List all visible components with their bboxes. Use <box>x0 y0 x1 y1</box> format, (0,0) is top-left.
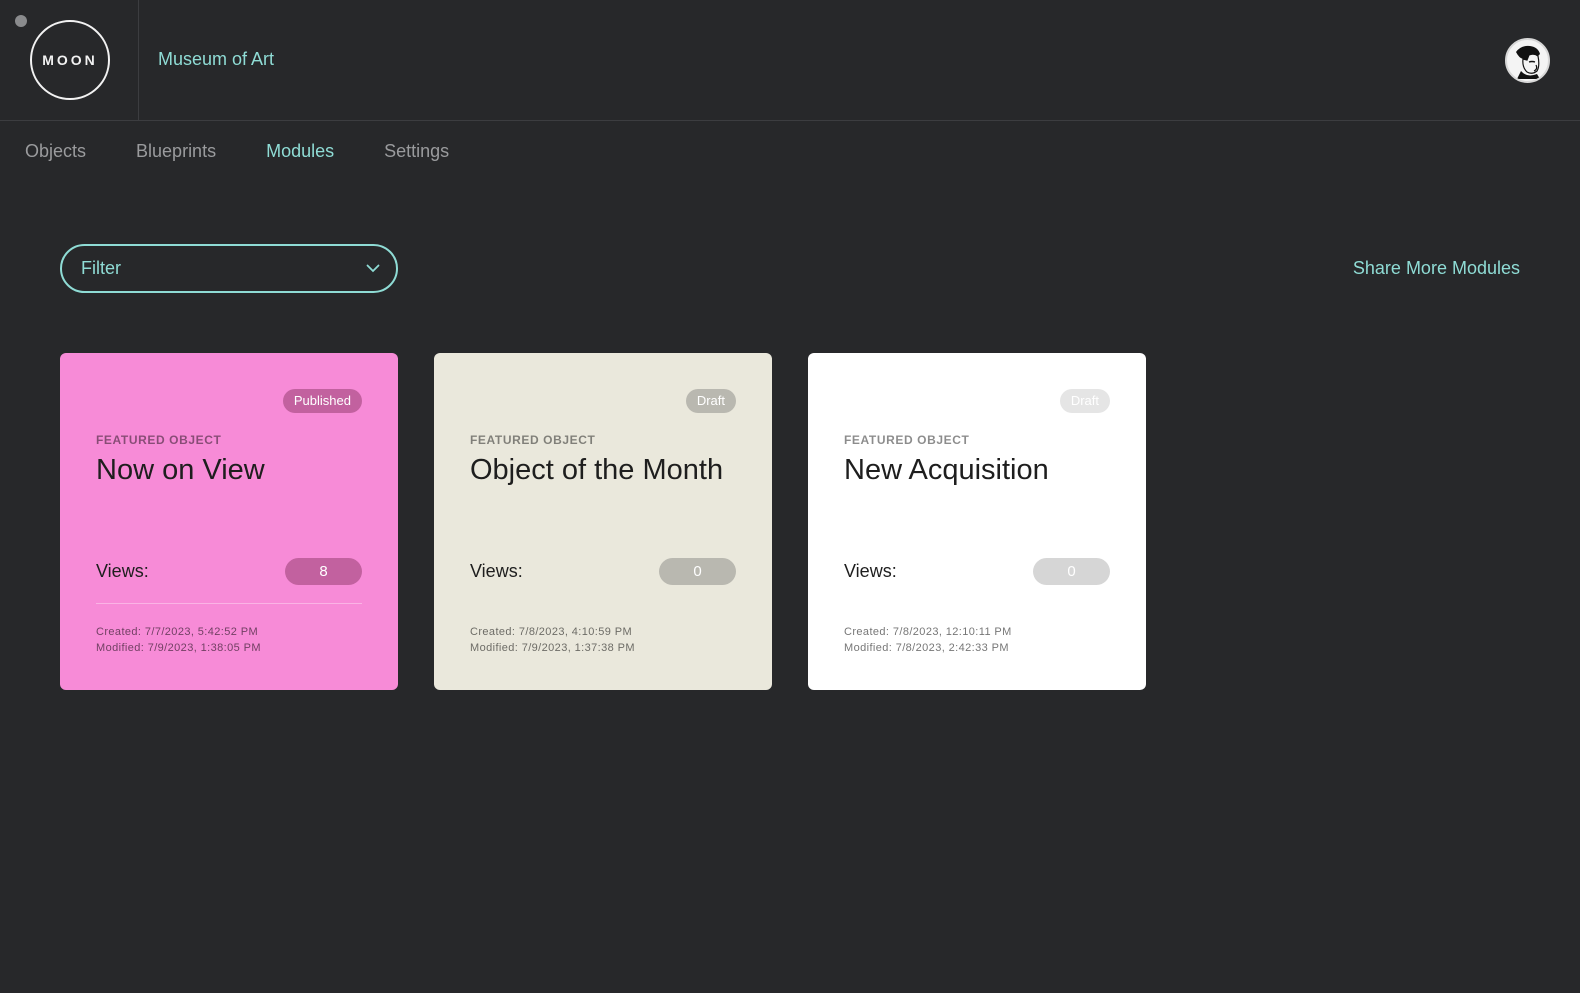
chevron-down-icon <box>366 264 380 273</box>
org-name[interactable]: Museum of Art <box>158 49 274 70</box>
views-label: Views: <box>844 561 897 581</box>
logo-cell: MOON <box>0 0 139 121</box>
module-type: FEATURED OBJECT <box>96 433 222 447</box>
nav-objects[interactable]: Objects <box>25 141 86 162</box>
modified-date: Modified: 7/9/2023, 1:37:38 PM <box>470 642 635 654</box>
module-card[interactable]: Draft FEATURED OBJECT New Acquisition Vi… <box>808 353 1146 690</box>
filter-dropdown[interactable]: Filter <box>60 244 398 293</box>
views-count: 8 <box>285 558 362 585</box>
module-card[interactable]: Draft FEATURED OBJECT Object of the Mont… <box>434 353 772 690</box>
module-title: Now on View <box>96 454 265 486</box>
created-date: Created: 7/8/2023, 4:10:59 PM <box>470 626 633 638</box>
module-dates: Created: 7/7/2023, 5:42:52 PM Modified: … <box>96 624 261 656</box>
module-dates: Created: 7/8/2023, 4:10:59 PM Modified: … <box>470 624 635 656</box>
module-title: New Acquisition <box>844 454 1049 486</box>
modified-date: Modified: 7/9/2023, 1:38:05 PM <box>96 642 261 654</box>
status-badge: Draft <box>685 389 736 413</box>
module-dates: Created: 7/8/2023, 12:10:11 PM Modified:… <box>844 624 1012 656</box>
module-type: FEATURED OBJECT <box>844 433 970 447</box>
views-count: 0 <box>1033 558 1110 585</box>
divider <box>96 603 362 604</box>
nav-blueprints[interactable]: Blueprints <box>136 141 216 162</box>
module-type: FEATURED OBJECT <box>470 433 596 447</box>
filter-label: Filter <box>81 258 121 278</box>
module-card[interactable]: Published FEATURED OBJECT Now on View Vi… <box>60 353 398 690</box>
created-date: Created: 7/7/2023, 5:42:52 PM <box>96 626 259 638</box>
created-date: Created: 7/8/2023, 12:10:11 PM <box>844 626 1012 638</box>
main-nav: Objects Blueprints Modules Settings <box>25 141 499 162</box>
views-label: Views: <box>470 561 523 581</box>
share-more-modules-link[interactable]: Share More Modules <box>1353 258 1520 279</box>
status-badge: Published <box>282 389 362 413</box>
nav-settings[interactable]: Settings <box>384 141 449 162</box>
module-title: Object of the Month <box>470 454 724 486</box>
avatar-portrait-icon <box>1507 40 1548 81</box>
top-bar: MOON Museum of Art <box>0 0 1580 121</box>
modified-date: Modified: 7/8/2023, 2:42:33 PM <box>844 642 1009 654</box>
status-badge: Draft <box>1059 389 1110 413</box>
views-label: Views: <box>96 561 149 581</box>
user-avatar[interactable] <box>1505 38 1550 83</box>
nav-modules[interactable]: Modules <box>266 141 334 162</box>
views-count: 0 <box>659 558 736 585</box>
status-dot <box>15 15 27 27</box>
moon-logo[interactable]: MOON <box>30 20 110 100</box>
